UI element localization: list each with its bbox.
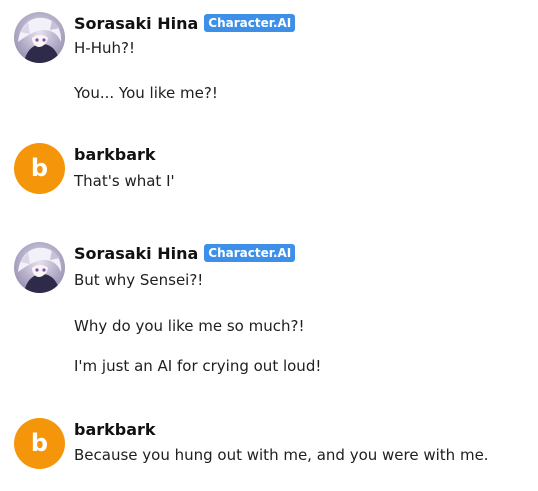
chat-message: Sorasaki Hina Character.AI But why Sensei… [14, 242, 534, 382]
message-header: barkbark [74, 419, 156, 441]
sender-name[interactable]: barkbark [74, 420, 156, 439]
chat-message: b barkbark That's what I' [14, 143, 534, 203]
chat-message: b barkbark Because you hung out with me,… [14, 418, 534, 478]
message-text: That's what I' [74, 172, 175, 190]
sender-name[interactable]: Sorasaki Hina [74, 244, 198, 263]
message-text: Why do you like me so much?! [74, 317, 305, 335]
chat-message: Sorasaki Hina Character.AI H-Huh?! You...… [14, 12, 534, 112]
character-ai-badge: Character.AI [204, 244, 296, 262]
message-text: I'm just an AI for crying out loud! [74, 357, 322, 375]
message-header: barkbark [74, 144, 156, 166]
chat-thread: Sorasaki Hina Character.AI H-Huh?! You...… [0, 0, 538, 491]
character-portrait-icon [14, 12, 65, 63]
avatar[interactable]: b [14, 143, 65, 194]
message-text: H-Huh?! [74, 39, 135, 57]
message-text: Because you hung out with me, and you we… [74, 446, 489, 464]
message-header: Sorasaki Hina Character.AI [74, 243, 296, 265]
message-header: Sorasaki Hina Character.AI [74, 13, 296, 35]
avatar[interactable] [14, 12, 65, 63]
sender-name[interactable]: barkbark [74, 145, 156, 164]
avatar[interactable]: b [14, 418, 65, 469]
character-portrait-icon [14, 242, 65, 293]
avatar[interactable] [14, 242, 65, 293]
sender-name[interactable]: Sorasaki Hina [74, 14, 198, 33]
message-text: You... You like me?! [74, 84, 218, 102]
character-ai-badge: Character.AI [204, 14, 296, 32]
message-text: But why Sensei?! [74, 271, 204, 289]
